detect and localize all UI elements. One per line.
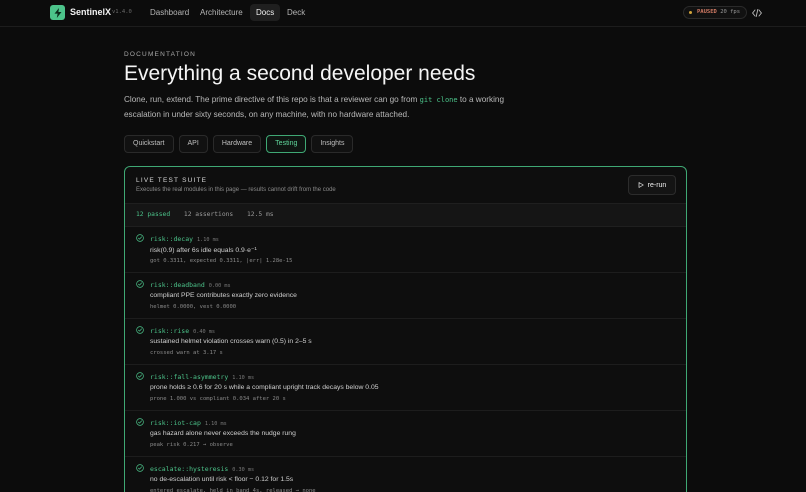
rerun-label: re-run: [647, 181, 667, 189]
top-nav: SentinelX v1.4.0 Dashboard Architecture …: [0, 0, 806, 27]
brand-name[interactable]: SentinelX: [70, 7, 111, 17]
rerun-button[interactable]: re-run: [628, 175, 676, 195]
check-circle-icon: [136, 464, 144, 472]
test-name-text: risk::iot-cap: [150, 419, 201, 427]
suite-duration: 12.5 ms: [247, 211, 274, 218]
tab-hardware[interactable]: Hardware: [212, 135, 262, 153]
suite-subtitle: Executes the real modules in this page —…: [136, 187, 336, 193]
test-duration: 0.00 ms: [208, 283, 231, 289]
test-description: compliant PPE contributes exactly zero e…: [150, 292, 297, 299]
test-name-text: escalate::hysteresis: [150, 465, 229, 473]
nav-architecture[interactable]: Architecture: [194, 4, 249, 21]
status-fps: 20 fps: [720, 9, 741, 15]
nav-dashboard[interactable]: Dashboard: [144, 4, 195, 21]
check-circle-icon: [136, 372, 144, 380]
test-name: risk::iot-cap 1.10 ms: [150, 419, 227, 427]
nav-deck[interactable]: Deck: [281, 4, 311, 21]
test-name: risk::fall-asymmetry 1.10 ms: [150, 373, 254, 381]
status-badge[interactable]: PAUSED 20 fps: [683, 6, 748, 19]
test-row[interactable]: risk::iot-cap 1.10 msgas hazard alone nev…: [125, 411, 686, 457]
docs-tabs: Quickstart API Hardware Testing Insights: [124, 135, 354, 153]
page-title: Everything a second developer needs: [124, 62, 476, 85]
lead-code: git clone: [419, 96, 458, 104]
check-circle-icon: [136, 280, 144, 288]
test-detail: prone 1.000 vs compliant 0.034 after 20 …: [150, 396, 286, 402]
test-name: risk::decay 1.10 ms: [150, 235, 219, 243]
test-detail: entered escalate, held in band 4s, relea…: [150, 488, 316, 492]
passed-count: 12 passed: [136, 211, 171, 218]
bolt-logo-icon[interactable]: [50, 5, 65, 20]
lead-text-1: Clone, run, extend. The prime directive …: [124, 95, 420, 104]
test-name-text: risk::decay: [150, 235, 194, 243]
test-detail: helmet 0.0000, vest 0.0000: [150, 304, 237, 310]
check-circle-icon: [136, 418, 144, 426]
test-name: escalate::hysteresis 0.30 ms: [150, 465, 254, 473]
test-name-text: risk::fall-asymmetry: [150, 373, 229, 381]
suite-summary: 12 passed 12 assertions 12.5 ms: [125, 203, 686, 227]
check-circle-icon: [136, 326, 144, 334]
test-name: risk::deadband 0.00 ms: [150, 281, 231, 289]
test-duration: 1.10 ms: [232, 375, 255, 381]
test-list: risk::decay 1.10 ms risk(0.9) after 6s idl…: [125, 227, 686, 492]
test-row[interactable]: risk::decay 1.10 msrisk(0.9) after 6s idl…: [125, 227, 686, 273]
test-duration: 1.10 ms: [204, 421, 227, 427]
tab-insights[interactable]: Insights: [311, 135, 354, 153]
play-icon: [638, 182, 644, 188]
code-icon: [752, 8, 762, 17]
test-row[interactable]: risk::rise 0.40 mssustained helmet violat…: [125, 319, 686, 365]
assertion-count: 12 assertions: [183, 211, 234, 218]
test-name-text: risk::deadband: [150, 281, 205, 289]
test-description: gas hazard alone never exceeds the nudge…: [150, 430, 296, 437]
test-description: no de-escalation until risk < floor − 0.…: [150, 476, 294, 483]
tab-api[interactable]: API: [178, 135, 208, 153]
test-description: risk(0.9) after 6s idle equals 0.9·e⁻¹: [150, 247, 257, 254]
live-test-suite-panel: LIVE TEST SUITE Executes the real module…: [124, 166, 687, 492]
lead-paragraph: Clone, run, extend. The prime directive …: [124, 93, 524, 121]
nav-docs[interactable]: Docs: [250, 4, 281, 21]
check-circle-icon: [136, 234, 144, 242]
test-detail: peak risk 0.217 → observe: [150, 442, 233, 448]
test-description: prone holds ≥ 0.6 for 20 s while a compl…: [150, 384, 379, 391]
test-row[interactable]: escalate::hysteresis 0.30 msno de-escalat…: [125, 457, 686, 492]
test-duration: 0.40 ms: [193, 329, 216, 335]
source-code-button[interactable]: [749, 6, 765, 19]
test-name-text: risk::rise: [150, 327, 190, 335]
suite-header: LIVE TEST SUITE Executes the real module…: [125, 167, 686, 203]
status-label: PAUSED: [697, 9, 717, 15]
test-duration: 0.30 ms: [232, 467, 255, 473]
tab-testing[interactable]: Testing: [266, 135, 307, 153]
test-detail: got 0.3311, expected 0.3311, |err| 1.28e…: [150, 258, 293, 264]
section-eyebrow: DOCUMENTATION: [124, 51, 197, 58]
test-row[interactable]: risk::deadband 0.00 mscompliant PPE contr…: [125, 273, 686, 319]
test-duration: 1.10 ms: [197, 237, 219, 243]
test-row[interactable]: risk::fall-asymmetry 1.10 msprone holds ≥…: [125, 365, 686, 411]
tab-quickstart[interactable]: Quickstart: [124, 135, 174, 153]
test-description: sustained helmet violation crosses warn …: [150, 338, 312, 345]
version-label: v1.4.0: [112, 9, 132, 15]
test-name: risk::rise 0.40 ms: [150, 327, 215, 335]
suite-title: LIVE TEST SUITE: [136, 177, 208, 184]
status-dot-icon: [689, 11, 692, 14]
test-detail: crossed warn at 3.17 s: [150, 350, 223, 356]
